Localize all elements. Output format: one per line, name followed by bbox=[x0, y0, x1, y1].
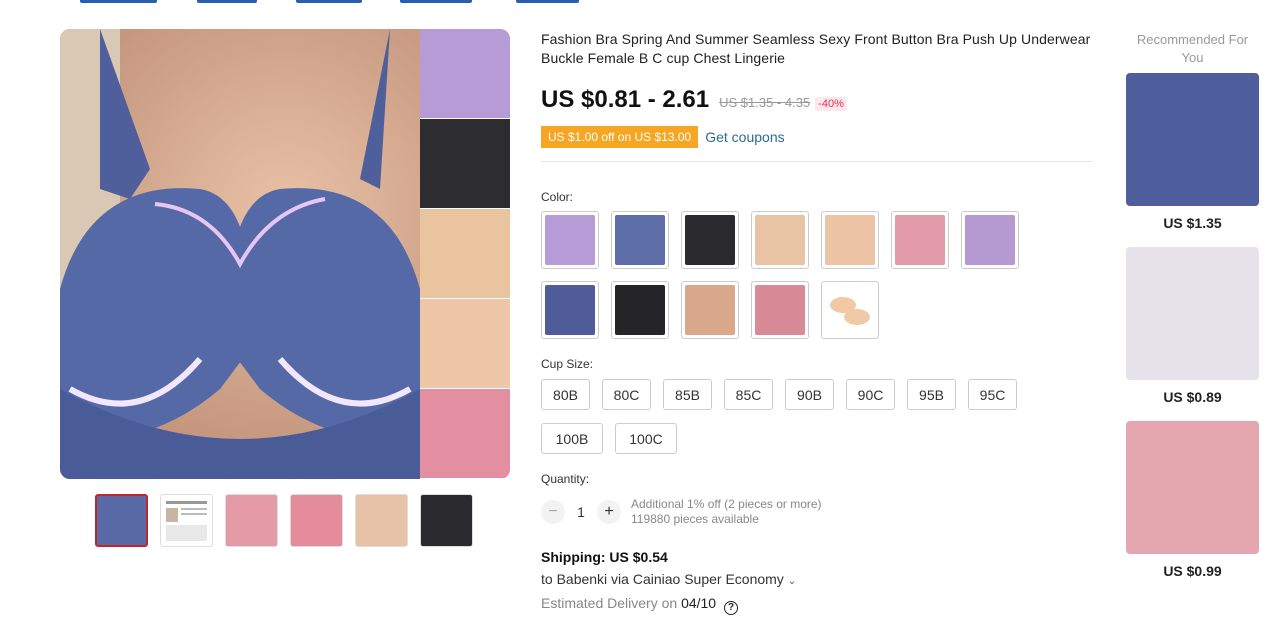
quantity-stepper: − 1 + Additional 1% off (2 pieces or mor… bbox=[541, 497, 822, 527]
side-image bbox=[420, 29, 510, 119]
side-image bbox=[420, 119, 510, 209]
cup-size-option[interactable]: 100B bbox=[541, 423, 603, 454]
quantity-increase-button[interactable]: + bbox=[597, 500, 621, 524]
product-info: Fashion Bra Spring And Summer Seamless S… bbox=[541, 30, 1093, 162]
recommended-price: US $0.89 bbox=[1163, 389, 1222, 405]
cup-size-label: Cup Size: bbox=[541, 357, 594, 371]
bulk-discount-note: Additional 1% off (2 pieces or more) bbox=[631, 497, 822, 511]
price: US $0.81 - 2.61 bbox=[541, 86, 710, 113]
estimated-delivery: Estimated Delivery on 04/10 ? bbox=[541, 595, 738, 615]
recommended-image[interactable] bbox=[1126, 421, 1259, 554]
thumbnail-1[interactable] bbox=[95, 494, 148, 547]
nav-tab-indicator bbox=[296, 0, 362, 3]
color-option[interactable] bbox=[611, 281, 669, 339]
cup-size-option[interactable]: 90B bbox=[785, 379, 834, 410]
recommended-price: US $1.35 bbox=[1163, 215, 1222, 231]
thumbnail-6[interactable] bbox=[420, 494, 473, 547]
thumbnail-5[interactable] bbox=[355, 494, 408, 547]
cup-size-option[interactable]: 90C bbox=[846, 379, 895, 410]
cup-size-option[interactable]: 80C bbox=[602, 379, 651, 410]
cup-size-option[interactable]: 85B bbox=[663, 379, 712, 410]
nav-tab-indicator bbox=[516, 0, 579, 3]
thumbnail-3[interactable] bbox=[225, 494, 278, 547]
quantity-note: Additional 1% off (2 pieces or more) 119… bbox=[631, 497, 822, 527]
recommended-image[interactable] bbox=[1126, 247, 1259, 380]
cup-size-option[interactable]: 95B bbox=[907, 379, 956, 410]
shipping-method-text: to Babenki via Cainiao Super Economy bbox=[541, 571, 784, 587]
original-price: US $1.35 - 4.35 bbox=[719, 95, 811, 110]
discount-badge: -40% bbox=[815, 97, 847, 111]
color-option[interactable] bbox=[891, 211, 949, 269]
help-icon[interactable]: ? bbox=[724, 600, 738, 615]
recommended-image[interactable] bbox=[1126, 73, 1259, 206]
product-title: Fashion Bra Spring And Summer Seamless S… bbox=[541, 31, 1091, 66]
color-option[interactable] bbox=[681, 211, 739, 269]
divider bbox=[541, 161, 1093, 162]
recommended-item[interactable]: US $1.35 bbox=[1126, 73, 1259, 231]
color-option[interactable] bbox=[611, 211, 669, 269]
delivery-date: 04/10 bbox=[681, 595, 717, 611]
chevron-down-icon: ⌄ bbox=[787, 576, 797, 587]
color-option[interactable] bbox=[821, 211, 879, 269]
delivery-prefix: Estimated Delivery on bbox=[541, 595, 678, 611]
color-option[interactable] bbox=[961, 211, 1019, 269]
color-option[interactable] bbox=[681, 281, 739, 339]
nav-tab-indicator bbox=[80, 0, 157, 3]
color-option[interactable] bbox=[541, 211, 599, 269]
nav-tab-indicator bbox=[400, 0, 472, 3]
quantity-label: Quantity: bbox=[541, 472, 590, 486]
quantity-decrease-button[interactable]: − bbox=[541, 500, 565, 524]
cup-size-option[interactable]: 85C bbox=[724, 379, 773, 410]
recommended-item[interactable]: US $0.89 bbox=[1126, 247, 1259, 405]
nav-tab-indicator bbox=[197, 0, 257, 3]
recommended-item[interactable]: US $0.99 bbox=[1126, 421, 1259, 579]
color-options bbox=[541, 211, 1041, 339]
cup-size-option[interactable]: 80B bbox=[541, 379, 590, 410]
cup-size-option[interactable]: 100C bbox=[615, 423, 677, 454]
color-option[interactable] bbox=[751, 281, 809, 339]
coupon-badge: US $1.00 off on US $13.00 bbox=[541, 126, 699, 148]
side-image bbox=[420, 209, 510, 299]
quantity-value[interactable]: 1 bbox=[565, 504, 597, 520]
shipping-title: Shipping: US $0.54 bbox=[541, 549, 668, 565]
cup-size-options: 80B 80C 85B 85C 90B 90C 95B 95C 100B 100… bbox=[541, 379, 1041, 454]
side-image bbox=[420, 389, 510, 479]
color-option[interactable] bbox=[541, 281, 599, 339]
color-option[interactable] bbox=[751, 211, 809, 269]
stock-note: 119880 pieces available bbox=[631, 512, 759, 526]
color-label: Color: bbox=[541, 190, 574, 204]
coupon-row: US $1.00 off on US $13.00 Get coupons bbox=[541, 126, 1091, 148]
side-image-strip bbox=[420, 29, 510, 479]
thumbnail-4[interactable] bbox=[290, 494, 343, 547]
get-coupons-link[interactable]: Get coupons bbox=[705, 129, 784, 145]
shipping-method-selector[interactable]: to Babenki via Cainiao Super Economy ⌄ bbox=[541, 571, 796, 587]
cup-size-option[interactable]: 95C bbox=[968, 379, 1017, 410]
side-image bbox=[420, 299, 510, 389]
thumbnail-size-chart[interactable] bbox=[160, 494, 213, 547]
recommended-title: Recommended For You bbox=[1136, 32, 1249, 65]
recommended-price: US $0.99 bbox=[1163, 563, 1222, 579]
thumbnail-gallery bbox=[95, 494, 473, 547]
price-row: US $0.81 - 2.61 US $1.35 - 4.35 -40% bbox=[541, 86, 1091, 114]
color-option[interactable] bbox=[821, 281, 879, 339]
